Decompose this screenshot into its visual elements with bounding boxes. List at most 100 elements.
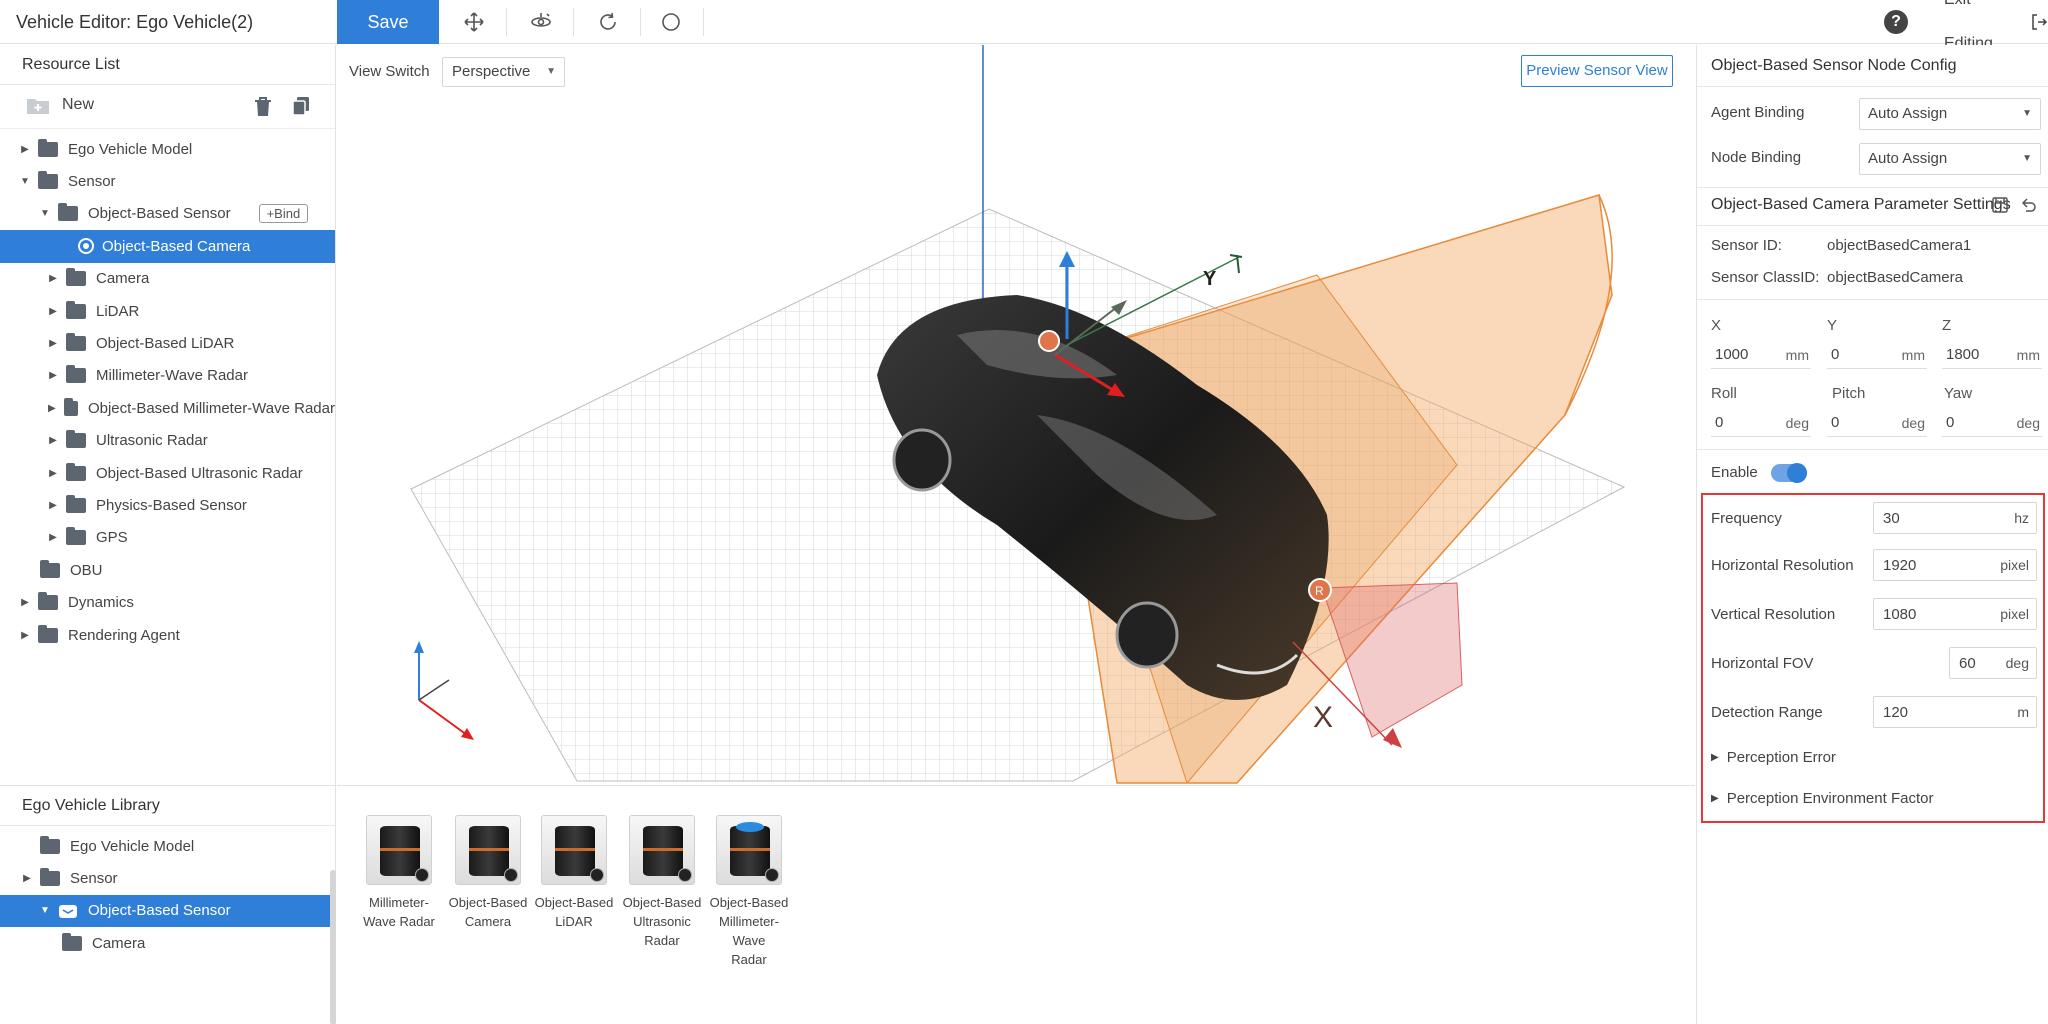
tree-item-obu[interactable]: OBU bbox=[0, 554, 335, 586]
library-item-camera[interactable]: Camera bbox=[0, 927, 336, 959]
perception-environment-toggle[interactable]: ▶ Perception Environment Factor bbox=[1711, 790, 1933, 807]
circle-icon[interactable] bbox=[656, 8, 686, 36]
library-item-object-based-sensor[interactable]: ▼ Object-Based Sensor bbox=[0, 894, 336, 928]
x-value: 1000 bbox=[1715, 346, 1749, 363]
horizontal-resolution-value: 1920 bbox=[1883, 556, 1917, 574]
tree-item-label: Camera bbox=[96, 270, 150, 288]
folder-icon bbox=[40, 835, 60, 854]
rotate-icon[interactable] bbox=[593, 8, 623, 36]
library-item-label: Sensor bbox=[70, 870, 118, 888]
tree-item-label: Millimeter-Wave Radar bbox=[96, 367, 248, 385]
tree-item-gps[interactable]: ▶ GPS bbox=[0, 522, 335, 554]
caret-down-icon[interactable]: ▼ bbox=[40, 905, 50, 916]
x-label: X bbox=[1711, 317, 1722, 334]
caret-down-icon[interactable]: ▼ bbox=[40, 208, 50, 219]
rotate-view-icon[interactable] bbox=[526, 8, 556, 36]
caret-right-icon[interactable]: ▶ bbox=[22, 873, 32, 884]
tree-item-physics-based-sensor[interactable]: ▶ Physics-Based Sensor bbox=[0, 489, 335, 521]
tree-item-object-based-millimeter-wave-radar[interactable]: ▶ Object-Based Millimeter-Wave Radar bbox=[0, 392, 335, 424]
yaw-input[interactable]: 0 deg bbox=[1942, 409, 2042, 437]
new-button[interactable]: New bbox=[26, 95, 94, 115]
tree-item-object-based-ultrasonic-radar[interactable]: ▶ Object-Based Ultrasonic Radar bbox=[0, 457, 335, 489]
y-input[interactable]: 0 mm bbox=[1827, 341, 1927, 369]
caret-right-icon[interactable]: ▶ bbox=[20, 597, 30, 608]
sensor-class-label: Sensor ClassID: bbox=[1711, 269, 1820, 286]
tree-item-sensor[interactable]: ▼ Sensor bbox=[0, 165, 335, 197]
lock-badge-icon bbox=[765, 868, 779, 882]
axes-widget bbox=[414, 641, 474, 740]
scene-canvas[interactable]: Y X R bbox=[337, 45, 1695, 786]
x-input[interactable]: 1000 mm bbox=[1711, 341, 1811, 369]
caret-right-icon[interactable]: ▶ bbox=[48, 306, 58, 317]
undo-icon[interactable] bbox=[2019, 196, 2037, 214]
lock-badge-icon bbox=[678, 868, 692, 882]
node-binding-label: Node Binding bbox=[1711, 149, 1802, 166]
y-value: 0 bbox=[1831, 346, 1840, 363]
config-panel: Object-Based Sensor Node Config Agent Bi… bbox=[1696, 45, 2048, 1024]
vertical-resolution-input[interactable]: 1080 pixel bbox=[1873, 598, 2037, 630]
caret-right-icon[interactable]: ▶ bbox=[20, 144, 30, 155]
tree-item-ultrasonic-radar[interactable]: ▶ Ultrasonic Radar bbox=[0, 425, 335, 457]
enable-toggle[interactable] bbox=[1771, 463, 1807, 483]
model-card-object-based-lidar[interactable]: Object-Based LiDAR bbox=[529, 815, 619, 931]
resource-list-title: Resource List bbox=[0, 45, 335, 85]
library-scrollbar[interactable] bbox=[330, 870, 336, 1024]
folder-icon bbox=[63, 397, 78, 416]
caret-right-icon[interactable]: ▶ bbox=[48, 500, 58, 511]
caret-right-icon[interactable]: ▶ bbox=[48, 435, 58, 446]
caret-right-icon[interactable]: ▶ bbox=[48, 273, 58, 284]
caret-right-icon[interactable]: ▶ bbox=[48, 532, 58, 543]
caret-right-icon[interactable]: ▶ bbox=[48, 403, 56, 414]
delete-icon[interactable] bbox=[254, 97, 272, 117]
tree-item-object-based-camera[interactable]: Object-Based Camera bbox=[0, 230, 335, 263]
3d-viewport[interactable]: Y X R View Switch Perspective ▼ Preview … bbox=[337, 45, 1695, 786]
caret-down-icon[interactable]: ▼ bbox=[20, 176, 30, 187]
caret-right-icon[interactable]: ▶ bbox=[48, 468, 58, 479]
ego-vehicle-library: Ego Vehicle Library Ego Vehicle Model ▶ … bbox=[0, 785, 336, 1024]
model-card-millimeter-wave-radar[interactable]: Millimeter- Wave Radar bbox=[354, 815, 444, 931]
tree-item-lidar[interactable]: ▶ LiDAR bbox=[0, 295, 335, 327]
save-settings-icon[interactable] bbox=[1991, 196, 2009, 214]
model-card-object-based-millimeter-wave-radar[interactable]: Object-Based Millimeter-Wave Radar bbox=[704, 815, 794, 969]
move-icon[interactable] bbox=[459, 8, 489, 36]
save-button[interactable]: Save bbox=[337, 0, 439, 44]
tree-item-ego-vehicle-model[interactable]: ▶ Ego Vehicle Model bbox=[0, 133, 335, 165]
z-label: Z bbox=[1942, 317, 1952, 334]
agent-binding-select[interactable]: Auto Assign ▼ bbox=[1859, 98, 2041, 130]
copy-icon[interactable] bbox=[291, 96, 311, 116]
tree-item-object-based-lidar[interactable]: ▶ Object-Based LiDAR bbox=[0, 327, 335, 359]
library-item-ego-vehicle-model[interactable]: Ego Vehicle Model bbox=[0, 830, 336, 862]
perception-error-toggle[interactable]: ▶ Perception Error bbox=[1711, 749, 1836, 766]
detection-range-input[interactable]: 120 m bbox=[1873, 696, 2037, 728]
toolbar-divider bbox=[573, 8, 574, 36]
caret-right-icon[interactable]: ▶ bbox=[48, 338, 58, 349]
bind-button[interactable]: +Bind bbox=[258, 204, 309, 224]
exit-icon bbox=[2032, 14, 2048, 30]
frequency-input[interactable]: 30 hz bbox=[1873, 502, 2037, 534]
help-icon[interactable]: ? bbox=[1884, 10, 1908, 34]
horizontal-fov-input[interactable]: 60 deg bbox=[1949, 647, 2037, 679]
roll-input[interactable]: 0 deg bbox=[1711, 409, 1811, 437]
folder-icon bbox=[38, 592, 58, 611]
folder-icon bbox=[66, 300, 86, 319]
tree-item-millimeter-wave-radar[interactable]: ▶ Millimeter-Wave Radar bbox=[0, 360, 335, 392]
model-card-object-based-ultrasonic-radar[interactable]: Object-Based Ultrasonic Radar bbox=[617, 815, 707, 950]
tree-item-dynamics[interactable]: ▶ Dynamics bbox=[0, 586, 335, 618]
horizontal-resolution-input[interactable]: 1920 pixel bbox=[1873, 549, 2037, 581]
view-mode-select[interactable]: Perspective ▼ bbox=[442, 57, 565, 87]
library-item-sensor[interactable]: ▶ Sensor bbox=[0, 862, 336, 894]
node-binding-select[interactable]: Auto Assign ▼ bbox=[1859, 143, 2041, 175]
exit-editing-button[interactable]: Exit Editing bbox=[1944, 0, 2048, 52]
preview-sensor-view-button[interactable]: Preview Sensor View bbox=[1521, 55, 1673, 87]
tree-item-rendering-agent[interactable]: ▶ Rendering Agent bbox=[0, 619, 335, 651]
pitch-input[interactable]: 0 deg bbox=[1827, 409, 1927, 437]
sensor-cylinder-icon bbox=[469, 826, 509, 876]
model-card-object-based-camera[interactable]: Object-Based Camera bbox=[443, 815, 533, 931]
tree-item-object-based-sensor[interactable]: ▼ Object-Based Sensor +Bind bbox=[0, 198, 335, 230]
caret-right-icon[interactable]: ▶ bbox=[20, 630, 30, 641]
sensor-class-value: objectBasedCamera bbox=[1827, 269, 1963, 286]
obu-folder-icon bbox=[40, 559, 60, 578]
z-input[interactable]: 1800 mm bbox=[1942, 341, 2042, 369]
caret-right-icon[interactable]: ▶ bbox=[48, 370, 58, 381]
tree-item-camera[interactable]: ▶ Camera bbox=[0, 263, 335, 295]
